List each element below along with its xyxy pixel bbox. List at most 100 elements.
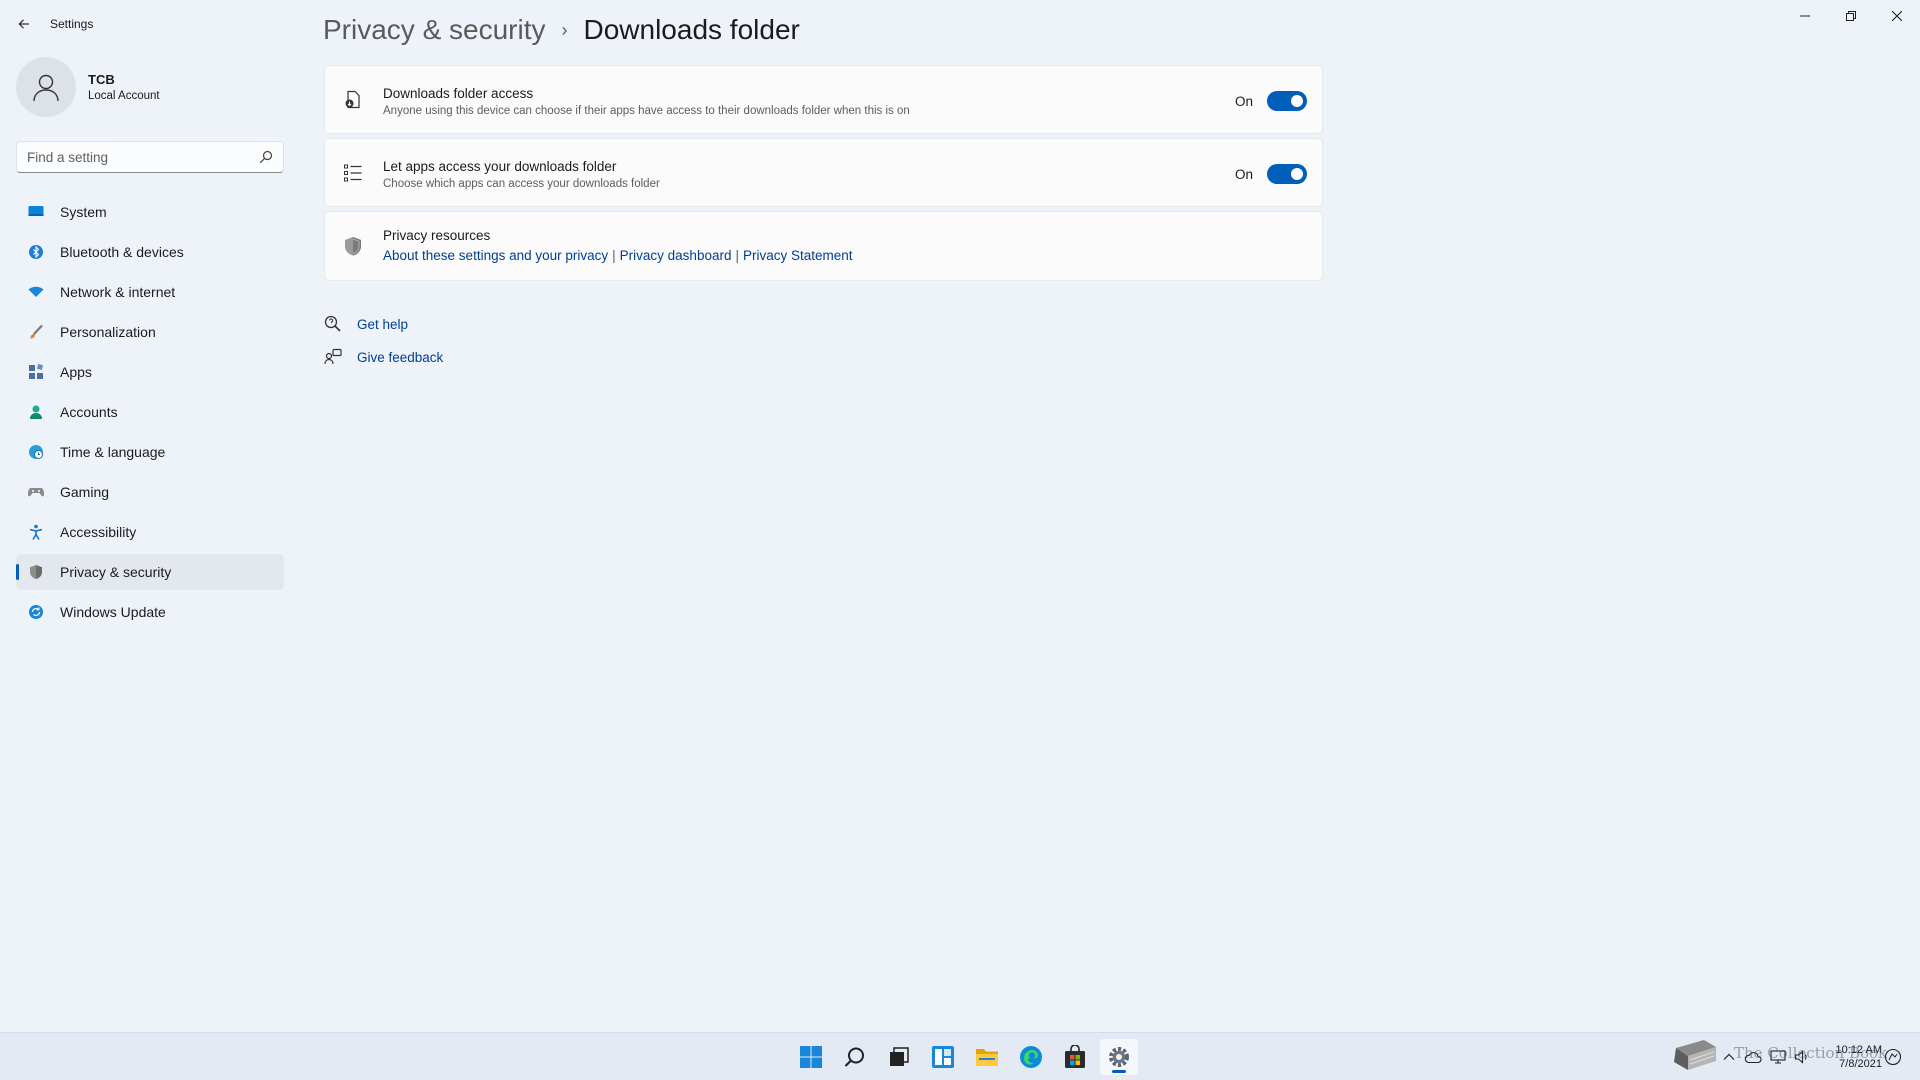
search-box[interactable]: [16, 141, 284, 173]
sidebar-item-label: Personalization: [60, 324, 156, 340]
link-separator: |: [612, 248, 616, 263]
breadcrumb-parent[interactable]: Privacy & security: [323, 14, 546, 46]
avatar: [16, 57, 76, 117]
setting-title: Let apps access your downloads folder: [383, 159, 617, 174]
watermark-text: The Collection Book: [1734, 1044, 1888, 1062]
sidebar-nav: System Bluetooth & devices Network & int…: [16, 194, 284, 634]
toggle-state-label: On: [1235, 167, 1254, 182]
file-explorer-icon: [976, 1049, 998, 1066]
sidebar-item-personalization[interactable]: Personalization: [16, 314, 284, 350]
feedback-icon: [323, 347, 343, 367]
sidebar-item-label: Gaming: [60, 484, 110, 500]
sidebar-item-label: Apps: [60, 364, 92, 380]
update-icon: [28, 604, 44, 620]
setting-title: Downloads folder access: [383, 86, 534, 101]
settings-icon: [1109, 1047, 1129, 1067]
let-apps-access-toggle[interactable]: [1267, 164, 1307, 184]
title-bar: Settings: [0, 0, 1920, 48]
get-help-icon: [323, 314, 343, 334]
search-input[interactable]: [27, 142, 247, 172]
breadcrumb: Privacy & security › Downloads folder: [323, 10, 800, 50]
store-button[interactable]: [1056, 1039, 1094, 1075]
downloads-folder-access-card: Downloads folder access Anyone using thi…: [324, 65, 1323, 134]
download-folder-icon: [343, 90, 363, 110]
close-icon: [1892, 11, 1902, 21]
minimize-button[interactable]: [1782, 0, 1828, 32]
gamepad-icon: [28, 484, 44, 500]
widgets-icon: [932, 1046, 954, 1068]
sidebar-item-label: Windows Update: [60, 604, 166, 620]
restore-icon: [1846, 11, 1856, 21]
task-view-button[interactable]: [880, 1039, 918, 1075]
store-icon: [1065, 1045, 1085, 1068]
setting-description: Choose which apps can access your downlo…: [383, 178, 660, 190]
monitor-icon: [28, 204, 44, 220]
taskbar: 10:12 AM 7/8/2021: [0, 1032, 1920, 1080]
file-explorer-button[interactable]: [968, 1039, 1006, 1075]
brush-icon: [28, 324, 44, 340]
link-separator: |: [735, 248, 739, 263]
sidebar-item-bluetooth[interactable]: Bluetooth & devices: [16, 234, 284, 270]
shield-icon: [28, 564, 44, 580]
privacy-dashboard-link[interactable]: Privacy dashboard: [620, 248, 732, 263]
privacy-statement-link[interactable]: Privacy Statement: [743, 248, 853, 263]
let-apps-access-card: Let apps access your downloads folder Ch…: [324, 138, 1323, 207]
setting-description: Anyone using this device can choose if t…: [383, 105, 910, 117]
edge-button[interactable]: [1012, 1039, 1050, 1075]
profile-name: TCB: [88, 72, 115, 87]
downloads-folder-access-toggle[interactable]: [1267, 91, 1307, 111]
privacy-resources-title: Privacy resources: [383, 228, 491, 243]
task-view-icon: [890, 1047, 909, 1066]
sidebar-item-network[interactable]: Network & internet: [16, 274, 284, 310]
user-profile[interactable]: TCB Local Account: [16, 57, 286, 117]
close-button[interactable]: [1874, 0, 1920, 32]
minimize-icon: [1800, 15, 1810, 17]
list-icon: [343, 163, 363, 183]
profile-account-type: Local Account: [88, 90, 160, 102]
person-avatar-icon: [33, 74, 59, 102]
sidebar-item-label: Time & language: [60, 444, 166, 460]
accessibility-icon: [28, 524, 44, 540]
search-icon[interactable]: [259, 150, 273, 164]
active-app-indicator: [1112, 1070, 1126, 1073]
back-arrow-icon: [18, 19, 29, 29]
sidebar-item-label: Privacy & security: [60, 564, 172, 580]
sidebar-item-system[interactable]: System: [16, 194, 284, 230]
watermark: The Collection Book: [1668, 1026, 1887, 1076]
sidebar-item-accessibility[interactable]: Accessibility: [16, 514, 284, 550]
toggle-knob: [1291, 168, 1303, 180]
about-settings-privacy-link[interactable]: About these settings and your privacy: [383, 248, 608, 263]
privacy-links: About these settings and your privacy | Pr…: [383, 247, 853, 265]
privacy-resources-card: Privacy resources About these settings a…: [324, 211, 1323, 281]
book-logo-icon: [1674, 1040, 1716, 1070]
sidebar-item-label: System: [60, 204, 107, 220]
give-feedback-row[interactable]: Give feedback: [323, 347, 443, 367]
taskbar-search-button[interactable]: [836, 1039, 874, 1075]
sidebar-item-label: Bluetooth & devices: [60, 244, 184, 260]
widgets-button[interactable]: [924, 1039, 962, 1075]
sidebar-item-windows-update[interactable]: Windows Update: [16, 594, 284, 630]
sidebar-item-gaming[interactable]: Gaming: [16, 474, 284, 510]
globe-clock-icon: [28, 444, 44, 460]
start-icon: [800, 1046, 822, 1068]
maximize-button[interactable]: [1828, 0, 1874, 32]
edge-icon: [1020, 1046, 1042, 1068]
settings-taskbar-button[interactable]: [1100, 1039, 1138, 1075]
sidebar-item-time-language[interactable]: Time & language: [16, 434, 284, 470]
back-button[interactable]: [12, 10, 36, 38]
sidebar-item-label: Accessibility: [60, 524, 137, 540]
person-icon: [28, 404, 44, 420]
give-feedback-link[interactable]: Give feedback: [357, 350, 443, 365]
breadcrumb-separator: ›: [561, 19, 568, 40]
toggle-knob: [1291, 95, 1303, 107]
page-title: Downloads folder: [583, 14, 800, 45]
sidebar-item-apps[interactable]: Apps: [16, 354, 284, 390]
start-button[interactable]: [792, 1039, 830, 1075]
get-help-link[interactable]: Get help: [357, 317, 408, 332]
get-help-row[interactable]: Get help: [323, 314, 408, 334]
app-title: Settings: [50, 17, 94, 31]
sidebar-item-accounts[interactable]: Accounts: [16, 394, 284, 430]
search-icon: [844, 1047, 864, 1067]
sidebar-item-privacy-security[interactable]: Privacy & security: [16, 554, 284, 590]
sidebar-item-label: Network & internet: [60, 284, 176, 300]
